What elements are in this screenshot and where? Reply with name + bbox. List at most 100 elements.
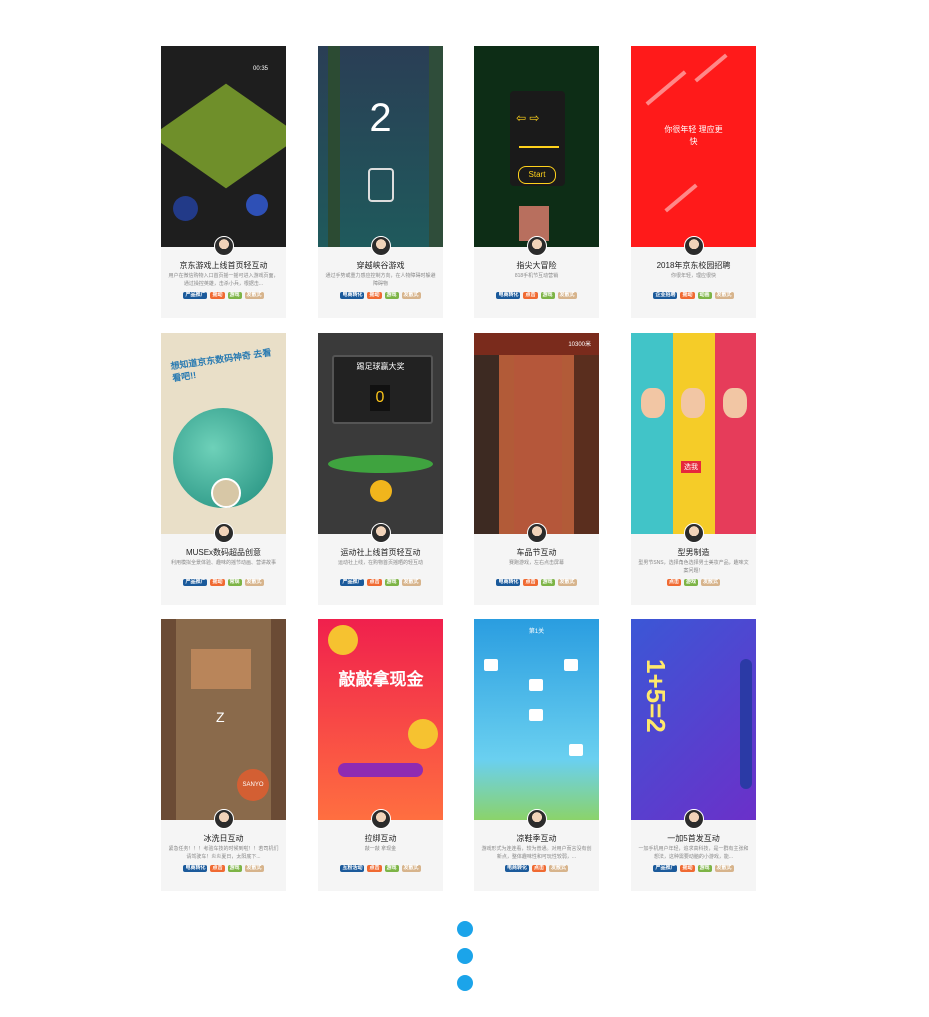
case-tag[interactable]: 摇动	[210, 579, 225, 586]
case-tags: 产品推广 摇动 游戏 发散式	[161, 292, 286, 299]
case-tag[interactable]: 游戏	[683, 579, 698, 586]
case-thumbnail[interactable]: 1+5=2	[631, 619, 756, 820]
case-tag[interactable]: 游戏	[540, 292, 555, 299]
case-card[interactable]: 选我 型男制造 型男节SNS，选择角色选择男士美妆产品，趣味文案问题！ 点击 游戏 发散式	[631, 333, 756, 605]
pagination-dot-3[interactable]	[457, 975, 473, 991]
case-tag[interactable]: 发散式	[401, 865, 421, 872]
case-tag[interactable]: 发散式	[557, 579, 577, 586]
case-tag[interactable]: 发散式	[244, 579, 264, 586]
case-tag[interactable]: 点击	[367, 865, 382, 872]
case-tag[interactable]: 点击	[523, 579, 538, 586]
case-tag[interactable]: 互粉活动	[340, 865, 365, 872]
start-button[interactable]: Start	[518, 166, 556, 184]
case-tag[interactable]: 发散式	[401, 292, 421, 299]
case-card[interactable]: 10300米 车品节互动 赛跑游戏，左右点击屏幕 电商转化 点击 游戏 发散式	[474, 333, 599, 605]
case-tag[interactable]: 游戏	[227, 292, 242, 299]
case-card[interactable]: 00:35 京东游戏上线首页轻互动 用户在微信购物入口首页摇一摇可进入游戏页面，通过…	[161, 46, 286, 318]
case-description: 敲一敲 拿现金	[364, 846, 397, 852]
case-title[interactable]: 型男制造	[631, 547, 756, 558]
case-tag[interactable]: 产品推广	[653, 865, 678, 872]
case-tag[interactable]: 游戏	[697, 865, 712, 872]
case-tag[interactable]: 常规	[227, 579, 242, 586]
author-avatar	[684, 523, 704, 543]
case-tag[interactable]: 游戏	[540, 579, 555, 586]
case-thumbnail[interactable]: 你很年轻 理应更快	[631, 46, 756, 247]
case-tag[interactable]: 电商转化	[496, 292, 521, 299]
case-tag[interactable]: 发散式	[244, 292, 264, 299]
case-card[interactable]: 第1关 凉鞋季互动 游戏形式为连连看，较为普通。对用户而言没有创新点，整体趣味性和可…	[474, 619, 599, 891]
case-tag[interactable]: 电商转化	[183, 865, 208, 872]
case-title[interactable]: MUSEx数码超品创意	[161, 547, 286, 558]
case-tag[interactable]: 游戏	[384, 865, 399, 872]
case-tags: 电商转化 点击 游戏 发散式	[474, 579, 599, 586]
case-card[interactable]: 敲敲拿现金拉绑互动敲一敲 拿现金互粉活动 点击 游戏 发散式	[318, 619, 443, 891]
case-tag[interactable]: 发散式	[549, 865, 569, 872]
case-title[interactable]: 凉鞋季互动	[474, 833, 599, 844]
author-avatar	[527, 809, 547, 829]
case-thumbnail[interactable]: 10300米	[474, 333, 599, 534]
case-thumbnail[interactable]: ⇦ ⇨ Start	[474, 46, 599, 247]
case-thumbnail[interactable]: Z SANYO	[161, 619, 286, 820]
case-tag[interactable]: 点击	[523, 292, 538, 299]
author-avatar	[684, 236, 704, 256]
case-thumbnail[interactable]: 敲敲拿现金	[318, 619, 443, 820]
author-avatar	[527, 523, 547, 543]
choose-me-label[interactable]: 选我	[681, 461, 701, 473]
case-tag[interactable]: 点击	[367, 579, 382, 586]
case-tag[interactable]: 动画	[697, 292, 712, 299]
pagination-dot-2[interactable]	[457, 948, 473, 964]
case-thumbnail[interactable]: 想知道京东数码神奇 去看看吧!!	[161, 333, 286, 534]
case-tag[interactable]: 发散式	[714, 292, 734, 299]
case-title[interactable]: 穿越峡谷游戏	[318, 260, 443, 271]
case-tag[interactable]: 摇动	[680, 292, 695, 299]
start-game-button[interactable]	[338, 763, 423, 777]
case-title[interactable]: 一加5首发互动	[631, 833, 756, 844]
case-title[interactable]: 2018年京东校园招聘	[631, 260, 756, 271]
case-tag[interactable]: 摇动	[680, 865, 695, 872]
case-card[interactable]: ⇦ ⇨ Start 指尖大冒险 818手机节互动营销 电商转化 点击 游戏 发散式	[474, 46, 599, 318]
case-title[interactable]: 京东游戏上线首页轻互动	[161, 260, 286, 271]
author-avatar	[214, 809, 234, 829]
case-tag[interactable]: 摇动	[367, 292, 382, 299]
author-avatar	[527, 236, 547, 256]
case-tag[interactable]: 电商转化	[340, 292, 365, 299]
case-title[interactable]: 运动社上线首页轻互动	[318, 547, 443, 558]
case-card[interactable]: 你很年轻 理应更快 2018年京东校园招聘 你很年轻，理应很快 企业招聘 摇动 动画 发散式	[631, 46, 756, 318]
case-tag[interactable]: 产品推广	[183, 579, 208, 586]
case-tag[interactable]: 产品推广	[340, 579, 365, 586]
case-tag[interactable]: 发散式	[557, 292, 577, 299]
case-card[interactable]: 踢足球赢大奖 0 运动社上线首页轻互动 运动社上线，在购物首页摇晒的轻互动 产品推广 点击…	[318, 333, 443, 605]
case-tag[interactable]: 电商转化	[504, 865, 529, 872]
case-tag[interactable]: 摇动	[210, 292, 225, 299]
author-avatar	[371, 523, 391, 543]
case-tag[interactable]: 点击	[531, 865, 546, 872]
case-thumbnail[interactable]: 2	[318, 46, 443, 247]
case-thumbnail[interactable]: 选我	[631, 333, 756, 534]
distance-text: 10300米	[568, 342, 591, 348]
case-tag[interactable]: 发散式	[401, 579, 421, 586]
case-tag[interactable]: 游戏	[227, 865, 242, 872]
case-card[interactable]: 想知道京东数码神奇 去看看吧!! MUSEx数码超品创意 利用模拟全景体验、趣味的摇…	[161, 333, 286, 605]
case-tag[interactable]: 电商转化	[496, 579, 521, 586]
case-card[interactable]: 1+5=2 一加5首发互动 一加手机用户年轻，追求高科技，是一群有主张和想法，这种需…	[631, 619, 756, 891]
case-title[interactable]: 车品节互动	[474, 547, 599, 558]
case-card[interactable]: Z SANYO 冰洗日互动 紧急任务！！！考验车技的时候到啦！！若司机们请驾驶车！炎炎…	[161, 619, 286, 891]
case-tag[interactable]: 点击	[210, 865, 225, 872]
case-title[interactable]: 冰洗日互动	[161, 833, 286, 844]
case-tag[interactable]: 企业招聘	[653, 292, 678, 299]
case-title[interactable]: 指尖大冒险	[474, 260, 599, 271]
case-tag[interactable]: 发散式	[244, 865, 264, 872]
case-tag[interactable]: 产品推广	[183, 292, 208, 299]
pagination-dot-1[interactable]	[457, 921, 473, 937]
case-card[interactable]: 2 穿越峡谷游戏 通过手势或重力感应控制方向，在人物障碍时躲避障碍物 电商转化 摇动 游戏…	[318, 46, 443, 318]
case-tag[interactable]: 游戏	[384, 292, 399, 299]
case-tag[interactable]: 点击	[666, 579, 681, 586]
case-tag[interactable]: 游戏	[384, 579, 399, 586]
case-tag[interactable]: 发散式	[701, 579, 721, 586]
author-avatar	[684, 809, 704, 829]
case-thumbnail[interactable]: 踢足球赢大奖 0	[318, 333, 443, 534]
case-title[interactable]: 拉绑互动	[318, 833, 443, 844]
case-thumbnail[interactable]: 第1关	[474, 619, 599, 820]
case-thumbnail[interactable]: 00:35	[161, 46, 286, 247]
case-tag[interactable]: 发散式	[714, 865, 734, 872]
